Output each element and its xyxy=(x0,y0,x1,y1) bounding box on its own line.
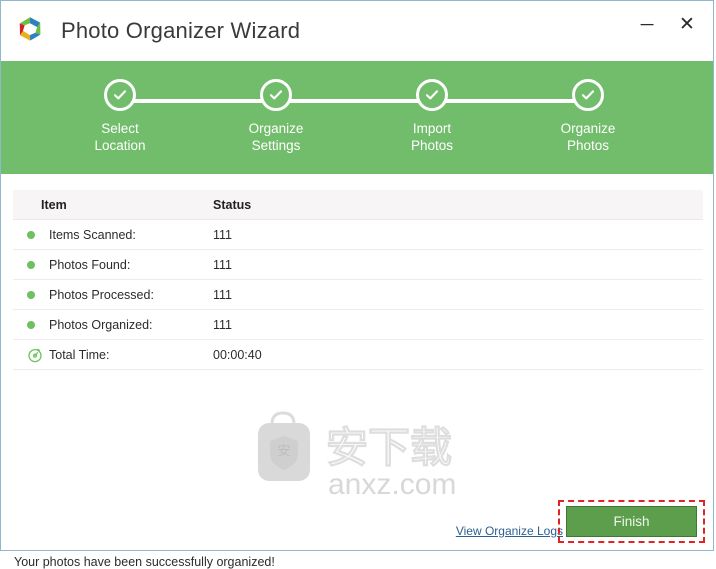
finish-button[interactable]: Finish xyxy=(566,506,697,537)
stepper-track xyxy=(120,99,588,103)
stepper-step-3-label: Import Photos xyxy=(410,121,454,153)
stepper-step-2-label: Organize Settings xyxy=(248,121,304,153)
stepper-step-1[interactable]: Select Location xyxy=(55,79,185,154)
stepper-step-3[interactable]: Import Photos xyxy=(367,79,497,154)
green-dot-icon xyxy=(21,320,49,329)
stepper-step-4[interactable]: Organize Photos xyxy=(523,79,653,154)
row-status-value: 00:00:40 xyxy=(213,347,262,362)
window-controls: ─ ✕ xyxy=(627,1,713,47)
green-dot-icon xyxy=(21,290,49,299)
table-row: Items Scanned: 111 xyxy=(13,220,703,250)
stopwatch-icon xyxy=(21,347,49,363)
row-item-label: Photos Found: xyxy=(49,257,131,272)
check-circle-icon xyxy=(416,79,448,111)
stepper-step-1-label: Select Location xyxy=(94,121,146,153)
row-item-label: Items Scanned: xyxy=(49,227,136,242)
column-header-status: Status xyxy=(213,197,252,212)
wizard-stepper: Select Location Organize Settings Import… xyxy=(1,61,713,174)
row-status-value: 111 xyxy=(213,227,233,242)
finish-button-highlight: Finish xyxy=(558,500,705,543)
check-circle-icon xyxy=(104,79,136,111)
svg-text:安下载: 安下载 xyxy=(326,424,452,471)
stepper-step-4-label: Organize Photos xyxy=(560,121,616,153)
table-row: Total Time: 00:00:40 xyxy=(13,340,703,370)
row-item-label: Photos Processed: xyxy=(49,287,154,302)
svg-text:安: 安 xyxy=(277,443,290,458)
site-watermark: 安 安下载 anxz.com xyxy=(244,402,479,502)
svg-text:anxz.com: anxz.com xyxy=(328,468,456,501)
row-item-label: Total Time: xyxy=(49,347,110,362)
view-organize-logs-link[interactable]: View Organize Logs xyxy=(456,524,563,538)
row-status-value: 111 xyxy=(213,257,233,272)
table-row: Photos Found: 111 xyxy=(13,250,703,280)
app-logo-icon xyxy=(13,14,47,48)
green-dot-icon xyxy=(21,230,49,239)
row-item-label: Photos Organized: xyxy=(49,317,153,332)
results-table: Item Status Items Scanned: 111 Photos Fo… xyxy=(13,190,703,370)
check-circle-icon xyxy=(260,79,292,111)
stepper-step-2[interactable]: Organize Settings xyxy=(211,79,341,154)
row-status-value: 111 xyxy=(213,317,233,332)
app-window: Photo Organizer Wizard ─ ✕ Select Locati… xyxy=(0,0,714,569)
green-dot-icon xyxy=(21,260,49,269)
success-message: Your photos have been successfully organ… xyxy=(14,555,275,569)
app-title: Photo Organizer Wizard xyxy=(61,18,301,43)
check-circle-icon xyxy=(572,79,604,111)
table-header-row: Item Status xyxy=(13,190,703,220)
table-row: Photos Organized: 111 xyxy=(13,310,703,340)
main-content: 安 安下载 anxz.com Item Status Items Scanned… xyxy=(1,174,713,569)
footer-bar: View Organize Logs Finish xyxy=(1,500,713,550)
close-icon[interactable]: ✕ xyxy=(667,4,707,44)
title-bar: Photo Organizer Wizard ─ ✕ xyxy=(1,1,713,61)
minimize-icon[interactable]: ─ xyxy=(627,4,667,44)
column-header-item: Item xyxy=(41,197,67,212)
row-status-value: 111 xyxy=(213,287,233,302)
table-row: Photos Processed: 111 xyxy=(13,280,703,310)
